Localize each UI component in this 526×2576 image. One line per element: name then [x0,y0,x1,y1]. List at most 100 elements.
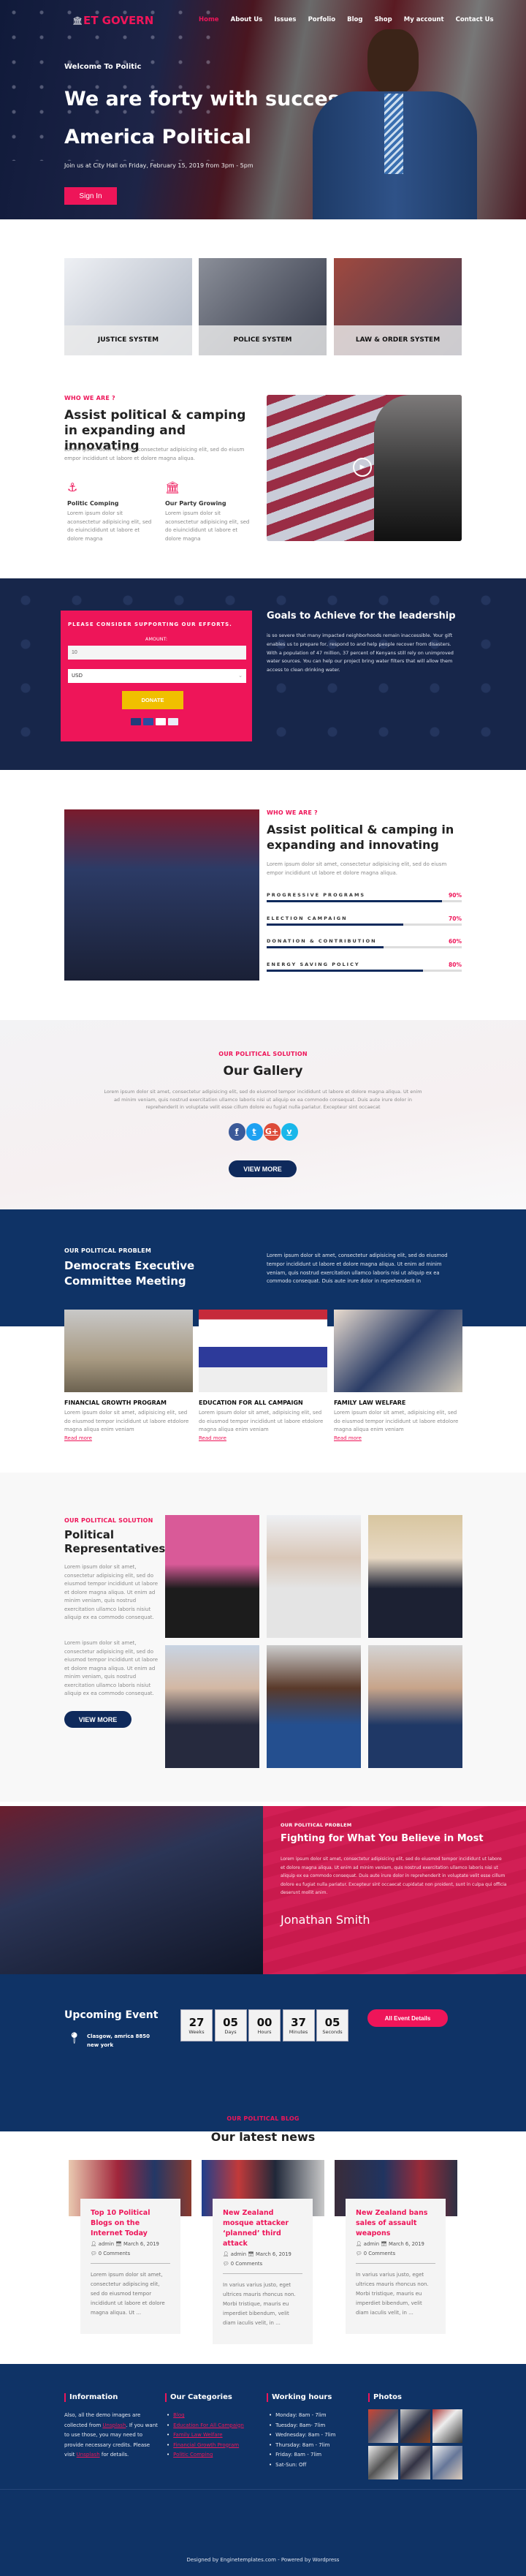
reps-title: Political Representatives [64,1528,166,1555]
paypal-icon [156,718,166,725]
sign-in-button[interactable]: Sign In [64,187,117,205]
skill-bar: ELECTION CAMPAIGN 70% [267,915,462,926]
footer-photo[interactable] [400,2409,430,2443]
program-image[interactable] [64,1310,193,1392]
nav-blog[interactable]: Blog [347,16,362,23]
read-more-link[interactable]: Read more [334,1435,462,1441]
feature-card-police[interactable]: POLICE SYSTEM [199,258,327,355]
read-more-link[interactable]: Read more [199,1435,327,1441]
vimeo-icon[interactable]: v [281,1123,298,1141]
democrats-kicker: OUR POLITICAL PROBLEM [64,1247,152,1254]
donate-button[interactable]: DONATE [122,691,183,709]
nav-about[interactable]: About Us [231,16,263,23]
footer-categories-title: Our Categories [165,2393,232,2402]
footer-category-link[interactable]: Blog [173,2412,184,2418]
google-plus-icon[interactable]: G+ [263,1123,281,1141]
news-post-title[interactable]: New Zealand mosque attacker ‘planned’ th… [223,2208,302,2249]
footer-categories-list: Blog Education For All Campaign Family Law… [167,2411,244,2460]
event-details-button[interactable]: All Event Details [367,2009,448,2027]
footer-category-link[interactable]: Financial Growth Program [173,2442,239,2448]
social-links: f t G+ v [0,1123,526,1141]
representative-photo[interactable] [165,1515,259,1638]
footer-info-title: Information [64,2393,118,2402]
news-post-title[interactable]: New Zealand bans sales of assault weapon… [356,2208,435,2239]
unsplash-link[interactable]: Unsplash [77,2452,100,2458]
event-section: Upcoming Event 📍︎ Clasgow, amrica 8850 ne… [0,1974,526,2131]
gallery-view-more-button[interactable]: VIEW MORE [229,1160,297,1177]
fighting-section: OUR POLITICAL PROBLEM Fighting for What … [0,1806,526,1974]
play-icon[interactable]: ▶ [353,458,372,477]
representative-photo[interactable] [368,1515,462,1638]
nav-shop[interactable]: Shop [375,16,392,23]
progress-fill [267,900,443,902]
facebook-icon[interactable]: f [228,1123,245,1141]
countdown-unit: Weeks [188,2029,205,2035]
who-kicker: WHO WE ARE ? [64,395,115,401]
footer-photo[interactable] [368,2446,398,2479]
hero-title-line1: We are forty with success [64,88,351,110]
countdown-value: 05 [324,2016,340,2029]
nav-issues[interactable]: Issues [274,16,296,23]
footer-category-link[interactable]: Family Law Welfare [173,2432,222,2438]
footer-photo[interactable] [432,2409,462,2443]
footer-category-link[interactable]: Politic Comping [173,2452,213,2458]
program-image[interactable] [334,1310,462,1392]
reps-kicker: OUR POLITICAL SOLUTION [64,1517,153,1524]
countdown-unit: Hours [257,2029,272,2035]
program-card: FINANCIAL GROWTH PROGRAM Lorem ipsum dolo… [64,1310,193,1441]
progress-track [267,969,462,972]
user-icon: 👤︎ [223,2251,231,2257]
nav-portfolio[interactable]: Porfolio [308,16,335,23]
footer-category-link[interactable]: Education For All Campaign [173,2422,244,2428]
reps-view-more-button[interactable]: VIEW MORE [64,1711,132,1728]
footer-photos-title: Photos [368,2393,402,2402]
news-comments[interactable]: 0 Comments [99,2251,130,2256]
hero-politician-image [313,29,477,219]
representative-photo[interactable] [267,1515,361,1638]
twitter-icon[interactable]: t [245,1123,263,1141]
feature-text: Lorem ipsum dolor sit aconsectetur adipi… [67,510,152,542]
countdown-unit: Days [224,2029,237,2035]
maestro-icon [143,718,153,725]
footer-photo[interactable] [368,2409,398,2443]
main-nav: Home About Us Issues Porfolio Blog Shop … [199,10,494,24]
amount-input[interactable] [68,646,246,660]
progress-fill [267,969,423,972]
footer-category-item: Blog [167,2411,244,2421]
event-location: Clasgow, amrica 8850 new york [87,2033,150,2048]
news-author[interactable]: admin [99,2241,114,2247]
news-excerpt: In varius varius justo, eget ultrices ma… [356,2272,429,2316]
representative-photo[interactable] [267,1645,361,1768]
who-video-thumbnail[interactable]: ▶ [267,395,462,541]
feature-card-law-order[interactable]: LAW & ORDER SYSTEM [334,258,462,355]
nav-contact[interactable]: Contact Us [456,16,494,23]
countdown-weeks: 27 Weeks [180,2009,213,2041]
countdown-hours: 00 Hours [248,2009,281,2041]
news-author[interactable]: admin [364,2241,379,2247]
program-image[interactable] [199,1310,327,1392]
amount-label: AMOUNT: [145,636,168,642]
footer-photo[interactable] [400,2446,430,2479]
footer-photo[interactable] [432,2446,462,2479]
representative-photo[interactable] [368,1645,462,1768]
feature-card-justice[interactable]: JUSTICE SYSTEM [64,258,192,355]
news-comments[interactable]: 0 Comments [231,2261,262,2267]
currency-select[interactable]: USD ⌄ [68,669,246,683]
unsplash-link[interactable]: Unsplash [102,2422,126,2428]
fighting-panel: OUR POLITICAL PROBLEM Fighting for What … [263,1806,526,1974]
representative-photo[interactable] [165,1645,259,1768]
news-divider [356,2263,435,2264]
mastercard-icon [131,718,141,725]
logo[interactable]: 🏛︎ ET GOVERN [72,14,153,27]
news-author[interactable]: admin [231,2251,246,2257]
read-more-link[interactable]: Read more [64,1435,193,1441]
nav-my-account[interactable]: My account [404,16,444,23]
footer-info-text: Also, all the demo images are collected … [64,2412,158,2458]
donate-form: PLEASE CONSIDER SUPPORTING OUR EFFORTS. … [61,611,252,741]
nav-home[interactable]: Home [199,16,219,23]
news-comments[interactable]: 0 Comments [364,2251,395,2256]
countdown-value: 27 [188,2016,205,2029]
footer-hours-list: Monday: 8am - 7limTuesday: 8am- 7limWedn… [269,2411,335,2470]
news-post-title[interactable]: Top 10 Political Blogs on the Internet T… [91,2208,170,2239]
progress-fill [267,946,384,948]
